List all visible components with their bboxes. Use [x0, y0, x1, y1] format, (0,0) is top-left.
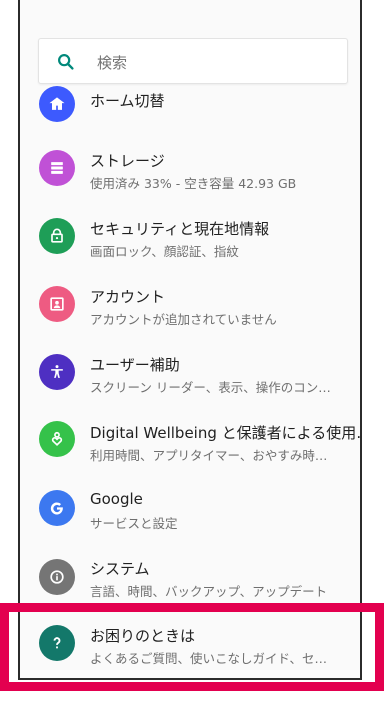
highlight-box	[0, 603, 384, 691]
settings-item-security[interactable]: セキュリティと現在地情報 画面ロック、顔認証、指紋	[20, 210, 360, 276]
settings-item-subtitle: 利用時間、アプリタイマー、おやすみ時…	[90, 448, 328, 463]
settings-screen: ホーム切替 ストレージ 使用済み 33% - 空き容量 42.93 GB セキュ…	[18, 0, 362, 680]
settings-item-title: Digital Wellbeing と保護者による使用…	[90, 424, 362, 442]
settings-item-title: システム	[90, 560, 150, 578]
settings-item-title: ユーザー補助	[90, 356, 180, 374]
settings-item-account[interactable]: アカウント アカウントが追加されていません	[20, 278, 360, 344]
wellbeing-icon	[39, 421, 75, 457]
search-icon	[58, 54, 74, 70]
settings-list: ホーム切替 ストレージ 使用済み 33% - 空き容量 42.93 GB セキュ…	[20, 0, 360, 678]
search-input[interactable]: 検索	[97, 52, 127, 73]
settings-item-digital-wellbeing[interactable]: Digital Wellbeing と保護者による使用… 利用時間、アプリタイマ…	[20, 413, 360, 479]
settings-item-subtitle: 言語、時間、バックアップ、アップデート	[90, 584, 328, 599]
settings-item-accessibility[interactable]: ユーザー補助 スクリーン リーダー、表示、操作のコン…	[20, 346, 360, 412]
settings-item-storage[interactable]: ストレージ 使用済み 33% - 空き容量 42.93 GB	[20, 142, 360, 208]
home-icon	[39, 86, 75, 122]
settings-item-google[interactable]: Google サービスと設定	[20, 481, 360, 547]
info-icon	[39, 559, 75, 595]
settings-item-subtitle: 画面ロック、顔認証、指紋	[90, 244, 239, 259]
settings-item-title: ホーム切替	[90, 92, 165, 110]
search-bar[interactable]: 検索	[38, 38, 348, 84]
settings-item-subtitle: スクリーン リーダー、表示、操作のコン…	[90, 380, 331, 395]
account-icon	[39, 286, 75, 322]
storage-icon	[39, 150, 75, 186]
lock-icon	[39, 218, 75, 254]
google-icon	[39, 490, 75, 526]
settings-item-subtitle: 使用済み 33% - 空き容量 42.93 GB	[90, 176, 297, 191]
settings-item-title: セキュリティと現在地情報	[90, 220, 270, 238]
settings-item-subtitle: サービスと設定	[90, 516, 178, 531]
settings-item-title: アカウント	[90, 288, 166, 306]
settings-item-title: Google	[90, 490, 143, 508]
settings-item-subtitle: アカウントが追加されていません	[90, 312, 277, 327]
accessibility-icon	[39, 354, 75, 390]
settings-item-title: ストレージ	[90, 152, 165, 170]
settings-item-home[interactable]: ホーム切替	[20, 80, 360, 146]
